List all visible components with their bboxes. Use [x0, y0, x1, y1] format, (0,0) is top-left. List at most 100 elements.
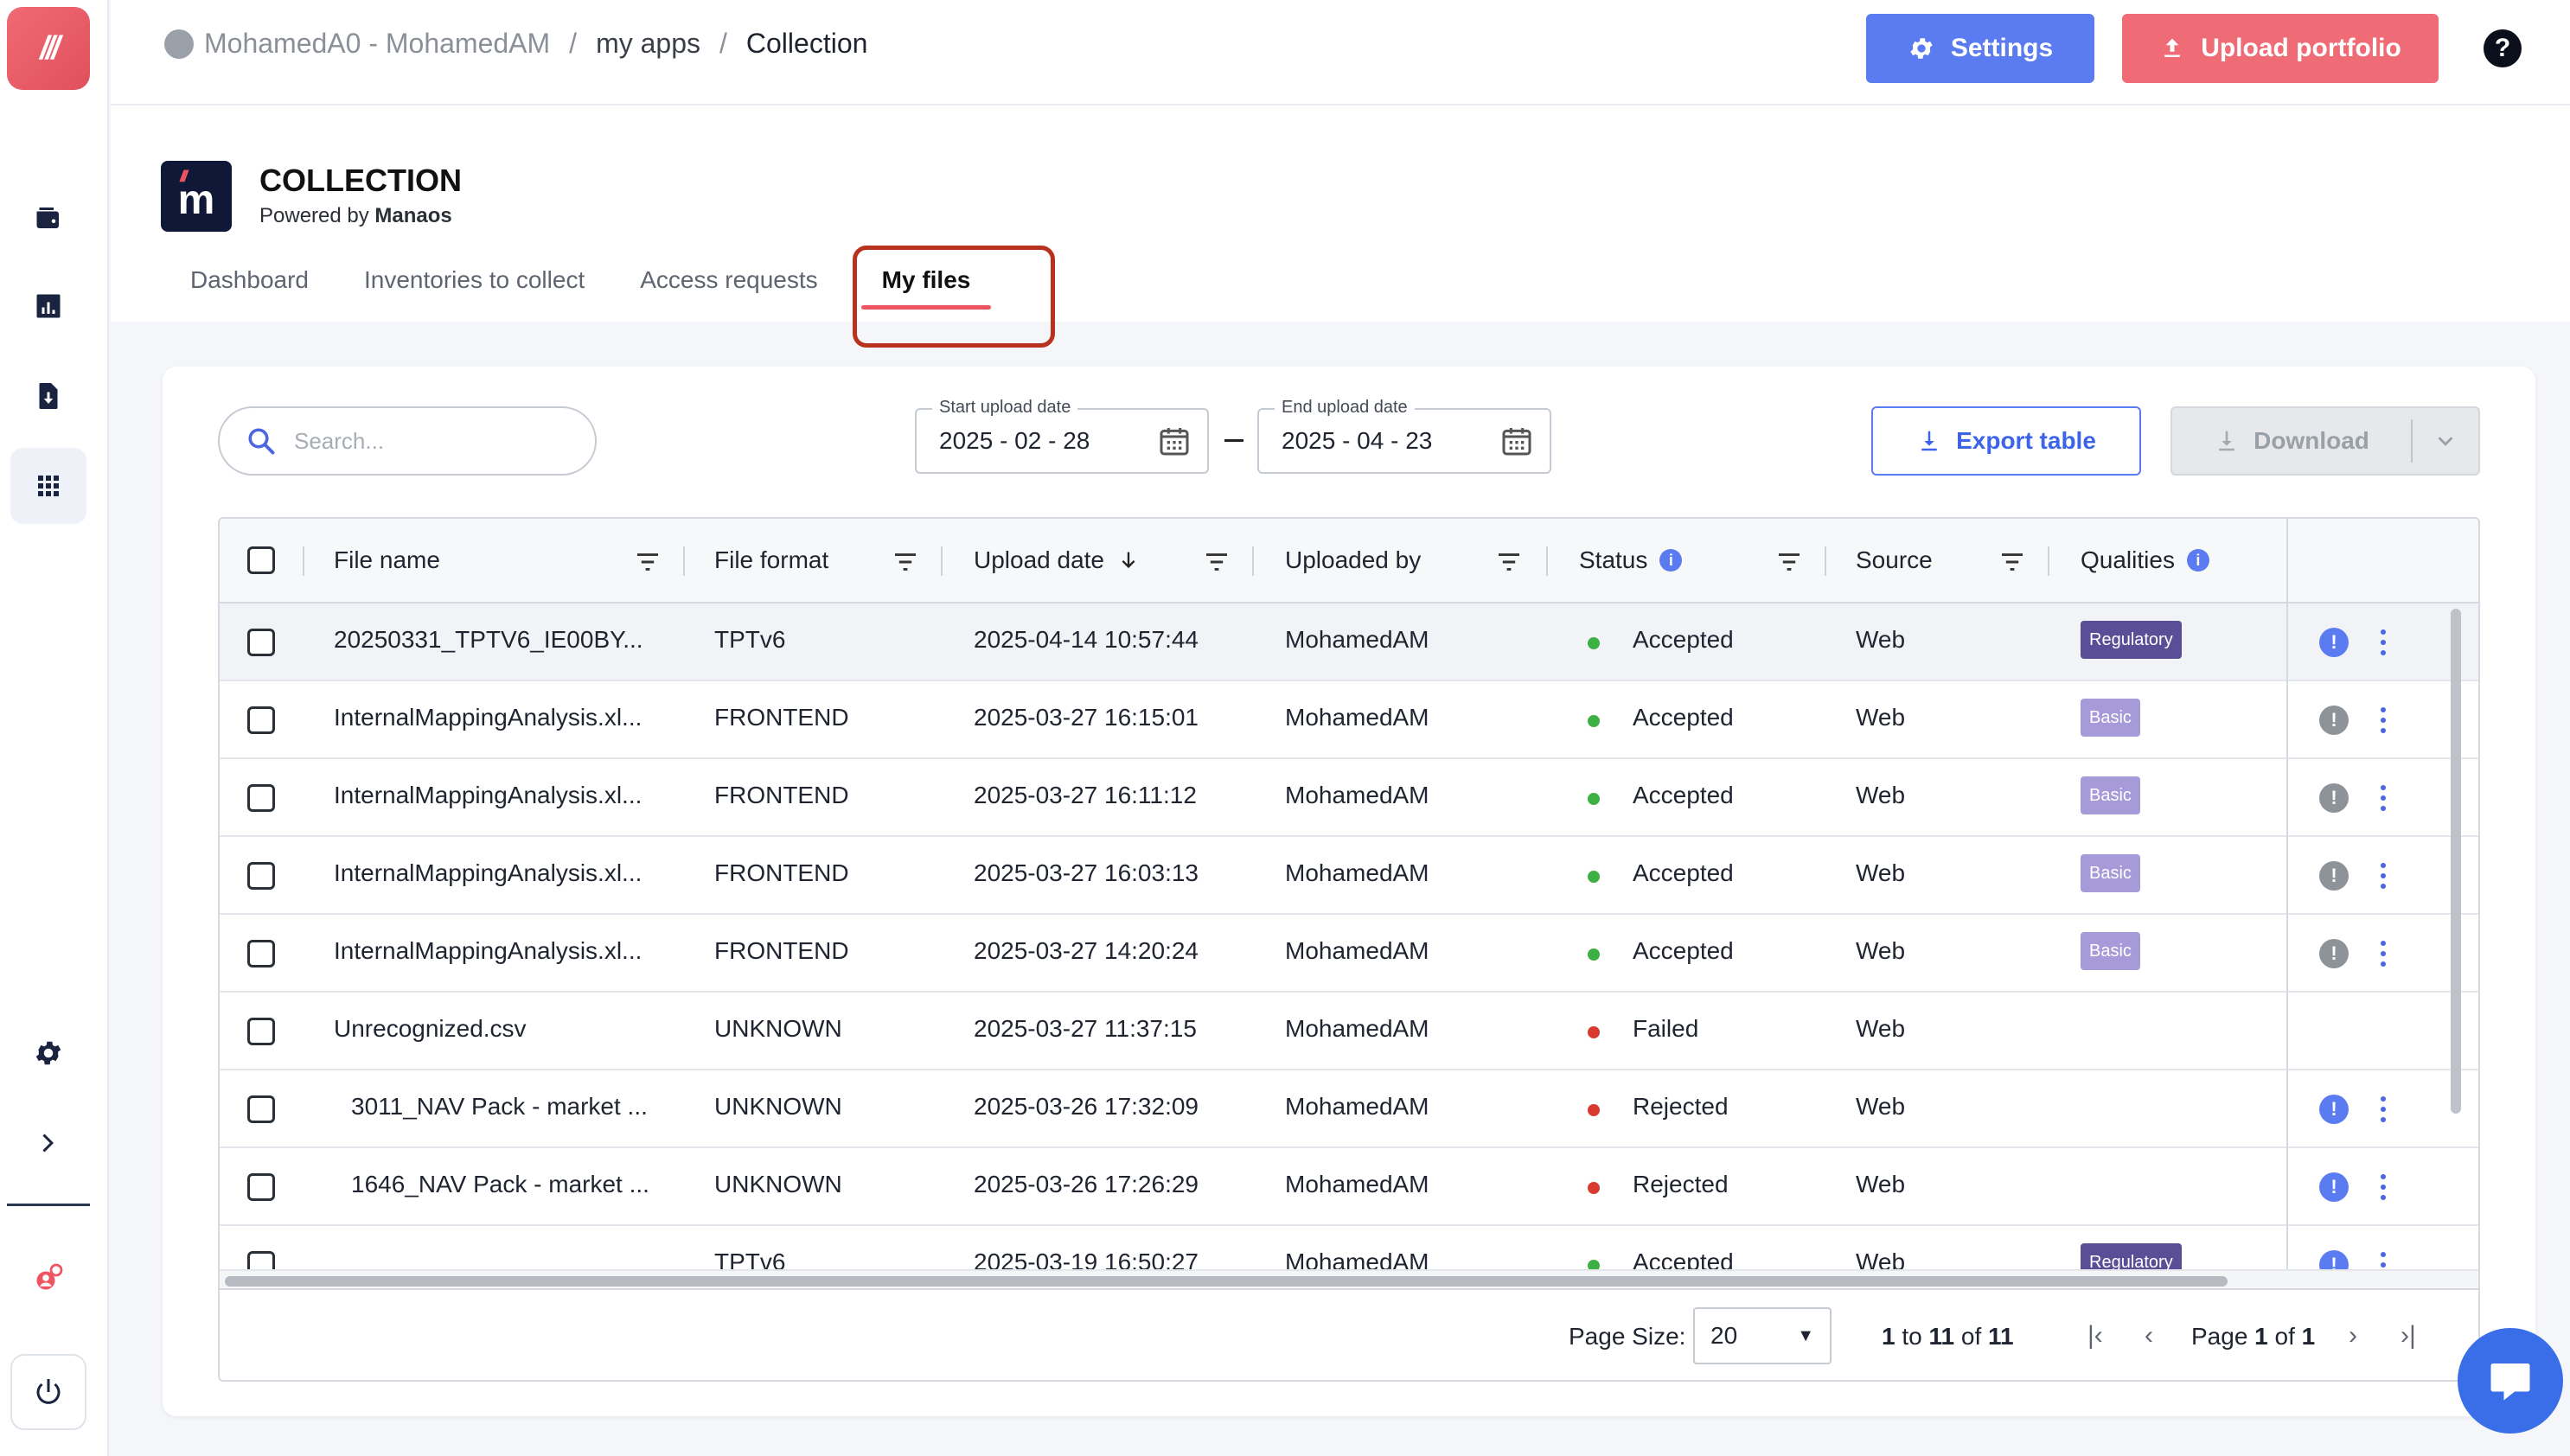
- cell-file-name[interactable]: InternalMappingAnalysis.xl...: [334, 937, 642, 965]
- table-row[interactable]: InternalMappingAnalysis.xl... FRONTEND 202…: [220, 759, 2478, 837]
- search-box[interactable]: [218, 406, 597, 476]
- tab-dashboard[interactable]: Dashboard: [190, 266, 309, 310]
- row-range: 1 to 11 of 11: [1882, 1323, 2014, 1350]
- breadcrumb-my-apps[interactable]: my apps: [596, 28, 700, 60]
- prev-page-icon[interactable]: ‹: [2145, 1321, 2153, 1351]
- calendar-icon[interactable]: [1499, 424, 1534, 458]
- tab-access-requests[interactable]: Access requests: [640, 266, 817, 310]
- row-checkbox[interactable]: [247, 1018, 275, 1045]
- more-options-icon[interactable]: [2375, 783, 2392, 813]
- table-row[interactable]: InternalMappingAnalysis.xl... FRONTEND 202…: [220, 681, 2478, 759]
- download-button[interactable]: Download: [2170, 406, 2480, 476]
- filter-icon[interactable]: [1496, 552, 1522, 572]
- cell-file-name[interactable]: InternalMappingAnalysis.xl...: [334, 859, 642, 887]
- sort-desc-icon[interactable]: [1116, 548, 1141, 572]
- col-header-upload-date[interactable]: Upload date: [974, 546, 1141, 574]
- more-options-icon[interactable]: [2375, 1172, 2392, 1202]
- tab-inventories[interactable]: Inventories to collect: [364, 266, 585, 310]
- alert-icon[interactable]: !: [2319, 706, 2349, 735]
- more-options-icon[interactable]: [2375, 1095, 2392, 1124]
- more-options-icon[interactable]: [2375, 628, 2392, 657]
- status-dot: [1588, 715, 1600, 727]
- cell-file-format: FRONTEND: [714, 704, 849, 731]
- table-row[interactable]: 1646_NAV Pack - market ... UNKNOWN 2025-03…: [220, 1148, 2478, 1226]
- app-title: COLLECTION: [259, 163, 462, 198]
- col-header-uploaded-by[interactable]: Uploaded by: [1285, 546, 1421, 574]
- alert-icon[interactable]: !: [2319, 861, 2349, 891]
- table-row[interactable]: InternalMappingAnalysis.xl... FRONTEND 202…: [220, 837, 2478, 915]
- cell-file-name[interactable]: Unrecognized.csv: [334, 1015, 527, 1043]
- table-row[interactable]: InternalMappingAnalysis.xl... FRONTEND 202…: [220, 915, 2478, 993]
- help-icon[interactable]: ?: [2484, 29, 2522, 67]
- row-checkbox[interactable]: [247, 629, 275, 656]
- col-header-status[interactable]: Status i: [1579, 546, 1683, 574]
- filter-icon[interactable]: [1776, 552, 1802, 572]
- search-input[interactable]: [294, 427, 571, 455]
- download-dropdown-toggle[interactable]: [2413, 428, 2478, 454]
- wallet-icon[interactable]: [10, 180, 86, 256]
- row-checkbox[interactable]: [247, 940, 275, 967]
- table-row[interactable]: Unrecognized.csv UNKNOWN 2025-03-27 11:37:…: [220, 993, 2478, 1070]
- export-table-button[interactable]: Export table: [1871, 406, 2141, 476]
- filter-icon[interactable]: [1204, 552, 1230, 572]
- brand-logo[interactable]: ///: [7, 7, 90, 90]
- calendar-icon[interactable]: [1157, 424, 1192, 458]
- cell-file-name[interactable]: 3011_NAV Pack - market ...: [351, 1093, 648, 1121]
- horizontal-scrollbar[interactable]: [225, 1276, 2228, 1287]
- table-row[interactable]: TPTv6 2025-03-19 16:50:27 MohamedAM Web Acce…: [220, 1226, 2478, 1269]
- page-size-select[interactable]: 20 ▼: [1693, 1307, 1832, 1364]
- first-page-icon[interactable]: |‹: [2087, 1321, 2103, 1351]
- row-checkbox[interactable]: [247, 706, 275, 734]
- start-date-field[interactable]: Start upload date 2025 - 02 - 28: [915, 398, 1209, 474]
- cell-file-name[interactable]: InternalMappingAnalysis.xl...: [334, 782, 642, 809]
- filter-icon[interactable]: [892, 552, 918, 572]
- more-options-icon[interactable]: [2375, 706, 2392, 735]
- chart-icon[interactable]: [10, 268, 86, 344]
- user-notification-icon[interactable]: [10, 1240, 86, 1316]
- info-icon[interactable]: i: [2186, 549, 2209, 572]
- select-all-checkbox[interactable]: [247, 546, 275, 574]
- vertical-scrollbar[interactable]: [2451, 609, 2461, 1114]
- row-checkbox[interactable]: [247, 1095, 275, 1123]
- filter-icon[interactable]: [635, 552, 661, 572]
- gear-icon[interactable]: [10, 1015, 86, 1091]
- more-options-icon[interactable]: [2375, 861, 2392, 891]
- apps-grid-icon[interactable]: [10, 448, 86, 524]
- chat-support-button[interactable]: [2458, 1328, 2563, 1434]
- row-checkbox[interactable]: [247, 1251, 275, 1269]
- last-page-icon[interactable]: ›|: [2401, 1321, 2416, 1351]
- end-date-field[interactable]: End upload date 2025 - 04 - 23: [1257, 398, 1551, 474]
- row-checkbox[interactable]: [247, 1173, 275, 1201]
- alert-icon[interactable]: !: [2319, 1250, 2349, 1269]
- cell-uploaded-by: MohamedAM: [1285, 1015, 1429, 1042]
- info-icon[interactable]: i: [1659, 549, 1683, 572]
- table-row[interactable]: 3011_NAV Pack - market ... UNKNOWN 2025-03…: [220, 1070, 2478, 1148]
- cell-source: Web: [1856, 859, 1906, 886]
- alert-icon[interactable]: !: [2319, 628, 2349, 657]
- col-header-file-format[interactable]: File format: [714, 546, 828, 574]
- table-row[interactable]: 20250331_TPTV6_IE00BY... TPTv6 2025-04-14 …: [220, 603, 2478, 681]
- upload-portfolio-button[interactable]: Upload portfolio: [2122, 14, 2439, 83]
- next-page-icon[interactable]: ›: [2349, 1321, 2357, 1351]
- col-header-source[interactable]: Source: [1856, 546, 1933, 574]
- alert-icon[interactable]: !: [2319, 783, 2349, 813]
- more-options-icon[interactable]: [2375, 939, 2392, 968]
- cell-file-name[interactable]: 20250331_TPTV6_IE00BY...: [334, 626, 643, 654]
- col-header-file-name[interactable]: File name: [334, 546, 440, 574]
- cell-file-name[interactable]: InternalMappingAnalysis.xl...: [334, 704, 642, 731]
- row-checkbox[interactable]: [247, 862, 275, 890]
- settings-button[interactable]: Settings: [1866, 14, 2094, 83]
- row-checkbox[interactable]: [247, 784, 275, 812]
- alert-icon[interactable]: !: [2319, 939, 2349, 968]
- alert-icon[interactable]: !: [2319, 1172, 2349, 1202]
- breadcrumb-org[interactable]: MohamedA0 - MohamedAM: [204, 28, 550, 60]
- logout-button[interactable]: [10, 1354, 86, 1430]
- more-options-icon[interactable]: [2375, 1250, 2392, 1269]
- alert-icon[interactable]: !: [2319, 1095, 2349, 1124]
- document-download-icon[interactable]: [10, 358, 86, 434]
- chevron-right-icon[interactable]: [10, 1105, 86, 1181]
- col-header-qualities[interactable]: Qualities i: [2081, 546, 2209, 574]
- cell-file-name[interactable]: 1646_NAV Pack - market ...: [351, 1171, 649, 1198]
- download-main[interactable]: Download: [2172, 408, 2411, 474]
- filter-icon[interactable]: [1999, 552, 2025, 572]
